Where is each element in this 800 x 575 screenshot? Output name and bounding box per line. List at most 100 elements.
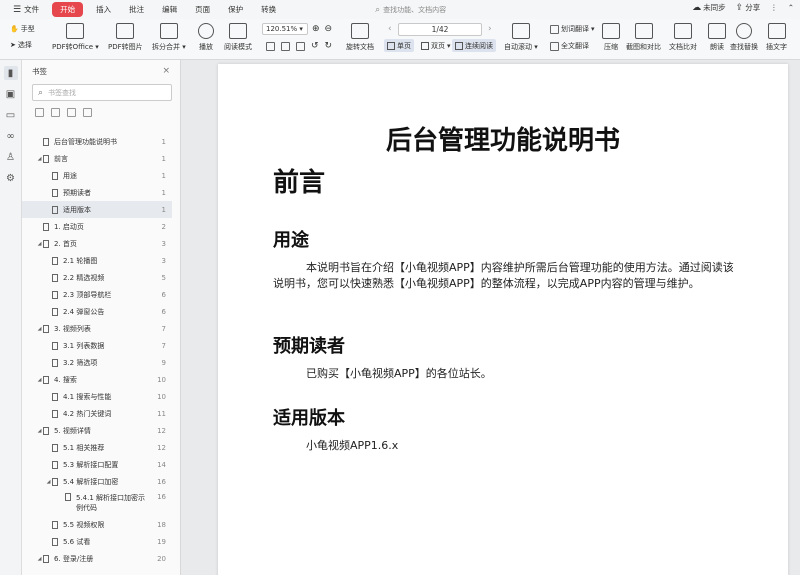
next-page-icon[interactable]: › (488, 24, 492, 34)
collapse-all-icon[interactable] (51, 107, 60, 117)
rotate-left-icon[interactable]: ↺ (311, 41, 319, 51)
delete-bookmark-icon[interactable] (83, 107, 92, 117)
menu-file[interactable]: ☰ 文件 (4, 2, 48, 17)
bookmark-icon[interactable]: ▮ (3, 66, 18, 80)
paragraph-version: 小龟视频APP1.6.x (306, 439, 399, 452)
zoom-in-icon[interactable]: ⊕ (312, 24, 320, 34)
compress-button[interactable]: 压缩 (602, 23, 620, 52)
play-button[interactable]: 播放 (198, 23, 214, 52)
insert-text-button[interactable]: 插文字 (766, 23, 787, 52)
screenshot-compare-button[interactable]: 截图和对比 (626, 23, 661, 52)
global-search[interactable]: ⌕ 查找功能、文档内容 (375, 5, 446, 15)
attachment-icon[interactable]: ∞ (4, 129, 18, 143)
view-tools: ↺ ↻ (266, 41, 332, 51)
pdf-to-image-button[interactable]: PDF转图片 (108, 23, 143, 52)
auto-scroll-button[interactable]: 自动滚动 ▾ (504, 23, 538, 52)
outline-item[interactable]: 1. 启动页 2 (22, 218, 172, 235)
pdf-to-office-button[interactable]: PDF转Office ▾ (52, 23, 99, 52)
outline-item[interactable]: ◢ 前言 1 (22, 150, 172, 167)
find-replace-button[interactable]: 查找替换 (730, 23, 758, 52)
outline-item[interactable]: ◢ 5. 视频详情 12 (22, 422, 172, 439)
add-bookmark-icon[interactable] (67, 107, 76, 117)
close-icon[interactable]: × (162, 66, 170, 76)
outline-item[interactable]: 适用版本 1 (22, 201, 172, 218)
prev-page-icon[interactable]: ‹ (388, 24, 392, 34)
expand-toggle-icon[interactable]: ◢ (45, 479, 52, 485)
outline-item[interactable]: ◢ 4. 搜索 10 (22, 371, 172, 388)
fit-width-icon[interactable] (281, 41, 290, 51)
outline-item[interactable]: 5.5 视频权限 18 (22, 516, 172, 533)
bookmark-panel: 书签 × ⌕ 书签查找 后台管理功能说明书 1 ◢ 前言 1 用途 1 预期读者 1 适用版本 1 1… (22, 60, 198, 575)
continuous-icon (455, 41, 463, 50)
rotate-doc-button[interactable]: 旋转文档 (346, 23, 374, 52)
expand-toggle-icon[interactable]: ◢ (36, 326, 43, 332)
menu-page[interactable]: 页面 (186, 2, 219, 17)
split-merge-button[interactable]: 拆分合并 ▾ (152, 23, 186, 52)
outline-item[interactable]: 2.2 精选视频 5 (22, 269, 172, 286)
full-translate-button[interactable]: 全文翻译 (550, 41, 589, 51)
outline-item[interactable]: 2.1 轮播图 3 (22, 252, 172, 269)
expand-toggle-icon[interactable]: ◢ (36, 556, 43, 562)
outline-item[interactable]: 2.3 顶部导航栏 6 (22, 286, 172, 303)
outline-item[interactable]: ◢ 5.4 解析接口加密 16 (22, 473, 172, 490)
outline-item[interactable]: 5.6 试看 19 (22, 533, 172, 550)
single-page-button[interactable]: 单页 (384, 39, 414, 52)
two-page-button[interactable]: 双页 ▾ (418, 39, 454, 52)
heading-purpose: 用途 (273, 230, 309, 251)
outline-item-label: 3. 视频列表 (54, 324, 91, 333)
document-viewport: 后台管理功能说明书 前言 用途 本说明书旨在介绍【小龟视频APP】内容维护所需后… (182, 60, 800, 575)
outline-item[interactable]: 3.2 筛选项 9 (22, 354, 172, 371)
menu-comment[interactable]: 批注 (120, 2, 153, 17)
fit-page-icon[interactable] (266, 41, 275, 51)
expand-all-icon[interactable] (35, 107, 44, 117)
read-mode-button[interactable]: 阅读模式 (224, 23, 252, 52)
outline-item[interactable]: 2.4 弹窗公告 6 (22, 303, 172, 320)
outline-item[interactable]: 后台管理功能说明书 1 (22, 133, 172, 150)
expand-toggle-icon[interactable]: ◢ (36, 156, 43, 162)
share-button[interactable]: ⇪ 分享 (736, 2, 761, 13)
stamp-icon[interactable]: ♙ (4, 150, 18, 164)
settings-icon[interactable]: ⚙ (4, 171, 18, 185)
menu-insert[interactable]: 插入 (87, 2, 120, 17)
outline-item-page: 14 (157, 460, 166, 469)
select-tool[interactable]: ➤ 选择 (10, 40, 32, 50)
menu-protect[interactable]: 保护 (219, 2, 252, 17)
collapse-icon[interactable]: ⌃ (788, 3, 794, 12)
outline-item[interactable]: 用途 1 (22, 167, 172, 184)
zoom-input[interactable]: 120.51% ▾ (262, 23, 308, 35)
hand-tool[interactable]: ✋ 手型 (10, 24, 35, 34)
menu-bar: ☰ 文件 开始 插入 批注 编辑 页面 保护 转换 ⌕ 查找功能、文档内容 ☁ 未同… (0, 0, 800, 19)
outline-item[interactable]: 5.1 相关推荐 12 (22, 439, 172, 456)
bookmark-tools (22, 101, 180, 123)
actual-size-icon[interactable] (296, 41, 305, 51)
expand-toggle-icon[interactable]: ◢ (36, 428, 43, 434)
menu-edit[interactable]: 编辑 (153, 2, 186, 17)
doc-compare-button[interactable]: 文档比对 (669, 23, 697, 52)
zoom-out-icon[interactable]: ⊖ (325, 24, 333, 34)
menu-convert[interactable]: 转换 (252, 2, 285, 17)
more-icon[interactable]: ⋮ (770, 3, 778, 12)
bookmark-search-input[interactable]: ⌕ 书签查找 (32, 84, 172, 101)
continuous-button[interactable]: 连续阅读 (452, 39, 496, 52)
rotate-right-icon[interactable]: ↻ (325, 41, 333, 51)
outline-item[interactable]: 5.3 解析接口配置 14 (22, 456, 172, 473)
bookmark-item-icon (52, 520, 58, 529)
thumbnail-icon[interactable]: ▣ (4, 87, 18, 101)
expand-toggle-icon[interactable]: ◢ (36, 241, 43, 247)
outline-item[interactable]: ◢ 3. 视频列表 7 (22, 320, 172, 337)
outline-item[interactable]: 3.1 列表数据 7 (22, 337, 172, 354)
outline-item[interactable]: ◢ 6. 登录/注册 20 (22, 550, 172, 567)
outline-item-label: 1. 启动页 (54, 222, 84, 231)
outline-item[interactable]: 预期读者 1 (22, 184, 172, 201)
translate-button[interactable]: 划词翻译 ▾ (550, 24, 595, 34)
expand-toggle-icon[interactable]: ◢ (36, 377, 43, 383)
sync-status[interactable]: ☁ 未同步 (692, 2, 726, 13)
comment-icon[interactable]: ▭ (4, 108, 18, 122)
outline-item[interactable]: 5.4.1 解析接口加密示例代码 16 (22, 490, 172, 516)
read-aloud-button[interactable]: 朗读 (708, 23, 726, 52)
outline-item[interactable]: 4.1 搜索与性能 10 (22, 388, 172, 405)
menu-home[interactable]: 开始 (52, 2, 84, 17)
outline-item[interactable]: ◢ 2. 首页 3 (22, 235, 172, 252)
outline-item[interactable]: 4.2 热门关键词 11 (22, 405, 172, 422)
page-number-input[interactable]: 1/42 (398, 23, 482, 36)
